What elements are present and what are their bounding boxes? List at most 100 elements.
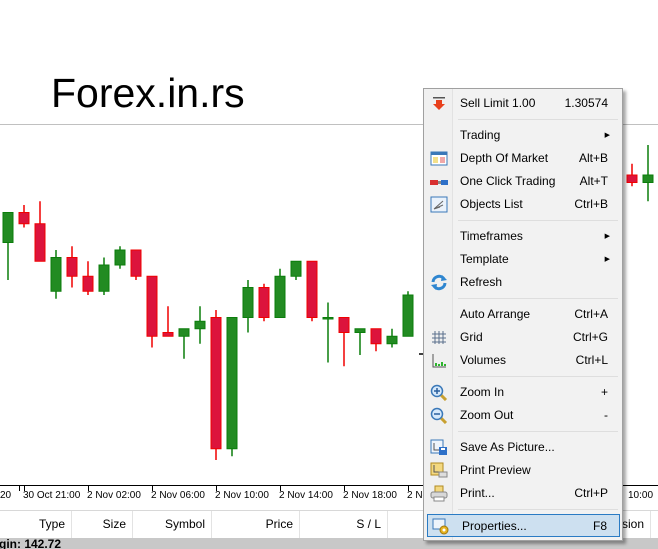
time-label: 2 Nov 02:00 xyxy=(87,490,141,501)
bull-candle xyxy=(642,145,654,202)
print-preview-icon xyxy=(430,462,448,478)
candle-body xyxy=(290,260,302,277)
candle-body xyxy=(50,257,62,292)
bear-candle xyxy=(370,328,382,352)
bull-candle xyxy=(50,250,62,299)
print-icon xyxy=(430,485,448,502)
candle-body xyxy=(354,328,366,333)
candle-body xyxy=(306,260,318,318)
bull-candle xyxy=(354,328,366,355)
candle-body xyxy=(626,174,638,183)
bull-candle xyxy=(114,246,126,269)
column-symbol[interactable]: Symbol xyxy=(133,511,212,538)
candle-body xyxy=(258,287,270,318)
time-label: 2 Nov 10:00 xyxy=(215,490,269,501)
candle-body xyxy=(130,249,142,277)
volumes-icon xyxy=(432,354,446,368)
menu-item-auto-arrange[interactable]: Auto Arrange Ctrl+A xyxy=(426,303,620,326)
one-click-trading-icon xyxy=(430,180,448,185)
menu-item-trading[interactable]: Trading ▶ xyxy=(426,124,620,147)
bull-candle xyxy=(402,291,414,337)
bear-candle xyxy=(146,275,158,348)
time-label: 30 Oct 21:00 xyxy=(23,490,81,501)
time-label: 2 Nov 06:00 xyxy=(151,490,205,501)
candle-body xyxy=(226,317,238,450)
bear-candle xyxy=(130,249,142,280)
sell-limit-arrow-icon xyxy=(433,97,445,110)
time-tick xyxy=(19,486,20,491)
menu-item-timeframes[interactable]: Timeframes ▶ xyxy=(426,225,620,248)
bear-candle xyxy=(66,246,78,288)
bear-candle xyxy=(82,261,94,295)
bull-candle xyxy=(178,328,190,359)
menu-separator xyxy=(458,376,618,377)
menu-item-one-click-trading[interactable]: One Click Trading Alt+T xyxy=(426,170,620,193)
candle-body xyxy=(2,212,14,243)
candle-body xyxy=(146,275,158,337)
menu-separator xyxy=(458,431,618,432)
bear-candle xyxy=(306,260,318,322)
bull-candle xyxy=(98,257,110,295)
candle-body xyxy=(18,212,30,225)
bear-candle xyxy=(162,306,174,337)
depth-of-market-icon xyxy=(430,151,448,166)
grid-icon xyxy=(432,331,446,344)
menu-item-save-as-picture[interactable]: Save As Picture... xyxy=(426,436,620,459)
bull-candle xyxy=(386,328,398,348)
menu-item-objects-list[interactable]: Objects List Ctrl+B xyxy=(426,193,620,216)
bull-candle xyxy=(290,260,302,280)
menu-item-print-preview[interactable]: Print Preview xyxy=(426,459,620,482)
menu-item-properties[interactable]: Properties... F8 xyxy=(427,514,620,537)
bear-candle xyxy=(626,163,638,187)
candle-body xyxy=(178,328,190,337)
candle-body xyxy=(242,287,254,318)
time-label: 2 Nov 14:00 xyxy=(279,490,333,501)
candle-body xyxy=(642,174,654,183)
bull-candle xyxy=(322,302,334,363)
time-label: 2 Nov 18:00 xyxy=(343,490,397,501)
bear-candle xyxy=(18,205,30,228)
objects-list-icon xyxy=(430,196,448,213)
submenu-arrow-icon: ▶ xyxy=(604,132,610,139)
bull-candle xyxy=(194,306,206,344)
zoom-out-icon xyxy=(430,407,448,424)
candle-body xyxy=(322,317,334,320)
candle-body xyxy=(210,317,222,450)
candle-body xyxy=(194,320,206,330)
menu-item-template[interactable]: Template ▶ xyxy=(426,248,620,271)
submenu-arrow-icon: ▶ xyxy=(604,233,610,240)
bull-candle xyxy=(226,317,238,457)
column-type[interactable]: Type xyxy=(0,511,72,538)
margin-text: gin: 142.72 xyxy=(0,538,62,549)
save-picture-icon xyxy=(430,439,447,455)
candle-body xyxy=(114,249,126,266)
candle-body xyxy=(338,317,350,333)
menu-item-grid[interactable]: Grid Ctrl+G xyxy=(426,326,620,349)
candle-body xyxy=(82,275,94,292)
menu-item-zoom-in[interactable]: Zoom In + xyxy=(426,381,620,404)
menu-separator xyxy=(458,220,618,221)
refresh-icon xyxy=(431,274,447,291)
candle-body xyxy=(274,275,286,318)
candle-body xyxy=(370,328,382,345)
menu-item-zoom-out[interactable]: Zoom Out - xyxy=(426,404,620,427)
zoom-in-icon xyxy=(430,384,448,401)
menu-item-sell-limit[interactable]: Sell Limit 1.00 1.30574 xyxy=(426,92,620,115)
menu-separator xyxy=(458,509,618,510)
menu-item-volumes[interactable]: Volumes Ctrl+L xyxy=(426,349,620,372)
column-size[interactable]: Size xyxy=(72,511,133,538)
time-label: 20 xyxy=(0,490,12,501)
bear-candle xyxy=(258,283,270,322)
column-price[interactable]: Price xyxy=(212,511,300,538)
bull-candle xyxy=(242,280,254,333)
column-sl[interactable]: S / L xyxy=(300,511,388,538)
menu-separator xyxy=(458,298,618,299)
candle-body xyxy=(66,257,78,277)
menu-item-refresh[interactable]: Refresh xyxy=(426,271,620,294)
menu-item-print[interactable]: Print... Ctrl+P xyxy=(426,482,620,505)
bear-candle xyxy=(338,317,350,367)
menu-item-depth-of-market[interactable]: Depth Of Market Alt+B xyxy=(426,147,620,170)
candle-body xyxy=(162,332,174,337)
time-label: 10:00 xyxy=(628,490,654,501)
bull-candle xyxy=(274,268,286,318)
